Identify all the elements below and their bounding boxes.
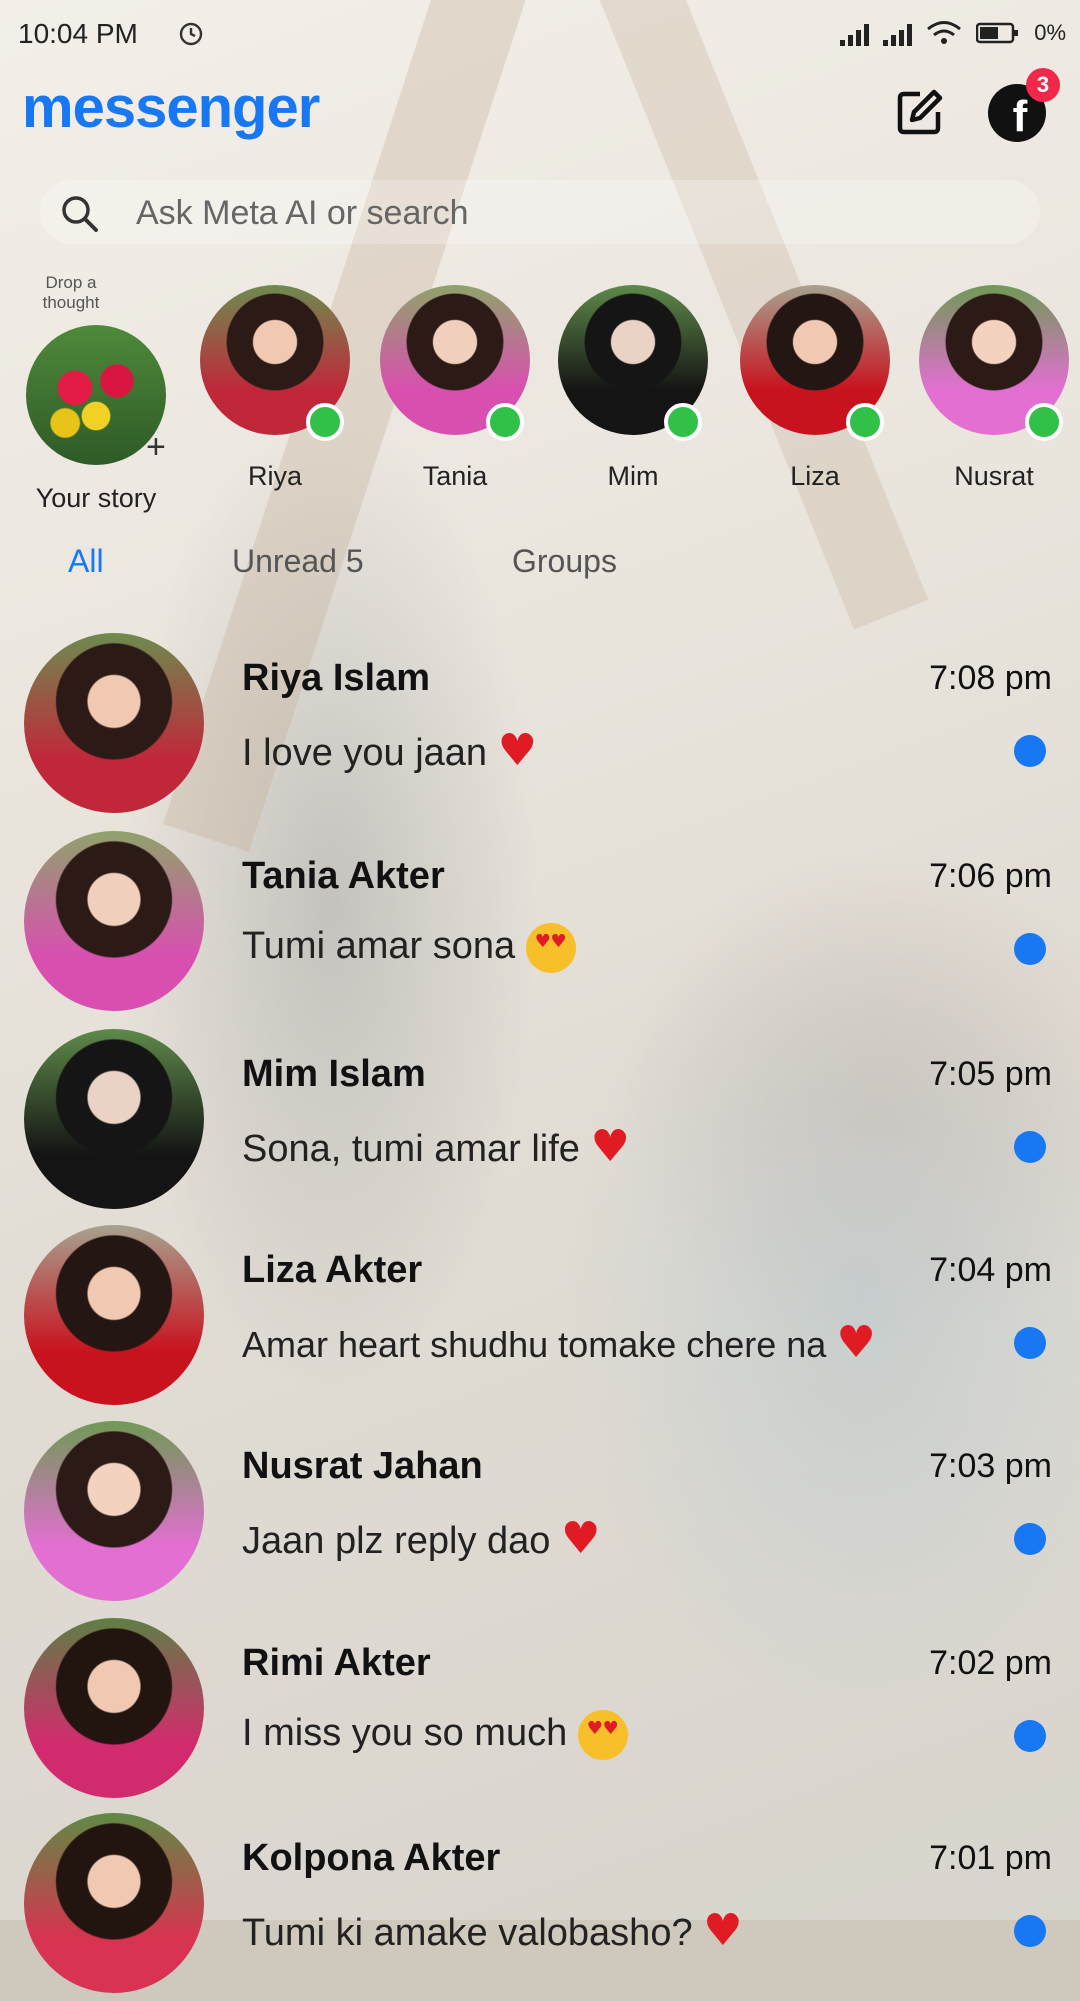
filter-unread[interactable]: Unread 5 — [232, 543, 364, 580]
contact-name: Nusrat Jahan — [242, 1445, 483, 1487]
online-indicator — [1025, 403, 1063, 441]
your-story-label: Your story — [35, 483, 157, 513]
contact-name: Riya Islam — [242, 657, 430, 699]
contact-avatar — [24, 1225, 204, 1405]
signal-icon-2 — [883, 20, 913, 46]
battery-percent: 0% — [1034, 20, 1066, 45]
contact-avatar — [24, 1421, 204, 1601]
story-nusrat[interactable]: Nusrat — [914, 285, 1074, 492]
stories-row: Your story Drop a thought + Riya Tania M… — [0, 273, 1080, 515]
alarm-icon — [179, 22, 203, 46]
last-message: Sona, tumi amar life ♥ — [242, 1121, 630, 1172]
story-name: Tania — [422, 461, 488, 491]
story-tania[interactable]: Tania — [375, 285, 535, 492]
contact-name: Tania Akter — [242, 855, 445, 897]
your-story[interactable]: Your story — [16, 285, 176, 514]
chat-filters: All Unread 5 Groups — [0, 535, 1080, 595]
message-time: 7:06 pm — [929, 857, 1052, 895]
status-bar: 10:04 PM 0% — [0, 0, 1080, 70]
add-story-icon[interactable]: + — [146, 428, 166, 467]
contact-avatar — [24, 633, 204, 813]
story-name: Mim — [607, 461, 659, 491]
heart-icon: ♥ — [497, 725, 538, 776]
battery-icon — [976, 22, 1019, 44]
story-mim[interactable]: Mim — [553, 285, 713, 492]
chat-row[interactable]: Liza Akter Amar heart shudhu tomake cher… — [0, 1217, 1080, 1413]
unread-dot — [1014, 1327, 1046, 1359]
filter-groups[interactable]: Groups — [512, 543, 617, 580]
story-name: Riya — [247, 461, 302, 491]
chat-row[interactable]: Mim Islam Sona, tumi amar life ♥ 7:05 pm — [0, 1021, 1080, 1217]
chat-row[interactable]: Riya Islam I love you jaan ♥ 7:08 pm — [0, 625, 1080, 821]
contact-avatar — [24, 831, 204, 1011]
story-riya[interactable]: Riya — [195, 285, 355, 492]
chat-row[interactable]: Nusrat Jahan Jaan plz reply dao ♥ 7:03 p… — [0, 1413, 1080, 1609]
unread-dot — [1014, 1720, 1046, 1752]
heart-icon: ♥ — [590, 1121, 630, 1172]
online-indicator — [664, 403, 702, 441]
app-header: messenger f 3 — [0, 68, 1080, 180]
heart-eyes-icon — [525, 923, 576, 973]
notification-badge: 3 — [1026, 68, 1060, 102]
contact-name: Rimi Akter — [242, 1642, 431, 1684]
search-icon — [62, 196, 98, 232]
your-story-avatar — [26, 325, 166, 465]
chat-row[interactable]: Kolpona Akter Tumi ki amake valobasho? ♥… — [0, 1805, 1080, 2001]
online-indicator — [306, 403, 344, 441]
contact-name: Liza Akter — [242, 1249, 423, 1291]
online-indicator — [846, 403, 884, 441]
story-name: Nusrat — [954, 461, 1034, 491]
signal-icon — [840, 20, 870, 46]
contact-name: Kolpona Akter — [242, 1837, 501, 1879]
contact-name: Mim Islam — [242, 1053, 426, 1095]
unread-dot — [1014, 735, 1046, 767]
last-message: I love you jaan ♥ — [242, 725, 538, 776]
search-bar[interactable] — [40, 180, 1040, 246]
story-name: Liza — [790, 461, 840, 491]
search-input[interactable] — [134, 180, 998, 246]
filter-all[interactable]: All — [68, 543, 104, 580]
status-time: 10:04 PM — [18, 18, 138, 49]
message-time: 7:02 pm — [929, 1644, 1052, 1682]
last-message: Amar heart shudhu tomake chere na ♥ — [242, 1317, 876, 1368]
drop-thought-label[interactable]: Drop a thought — [26, 273, 116, 313]
heart-icon: ♥ — [560, 1513, 601, 1564]
unread-dot — [1014, 933, 1046, 965]
wifi-icon — [927, 21, 962, 44]
messenger-logo: messenger — [22, 75, 320, 140]
contact-avatar — [24, 1029, 204, 1209]
compose-icon[interactable] — [890, 84, 948, 142]
status-indicators: 0% — [840, 20, 1066, 46]
last-message: Jaan plz reply dao ♥ — [242, 1513, 601, 1564]
last-message: Tumi amar sona — [242, 923, 576, 973]
message-time: 7:01 pm — [929, 1839, 1052, 1877]
chat-row[interactable]: Tania Akter Tumi amar sona 7:06 pm — [0, 823, 1080, 1019]
online-indicator — [486, 403, 524, 441]
contact-avatar — [24, 1813, 204, 1993]
heart-icon: ♥ — [703, 1905, 743, 1956]
story-liza[interactable]: Liza — [735, 285, 895, 492]
chat-row[interactable]: Rimi Akter I miss you so much 7:02 pm — [0, 1610, 1080, 1806]
message-time: 7:05 pm — [929, 1055, 1052, 1093]
facebook-f-glyph: f — [1012, 92, 1028, 141]
message-time: 7:04 pm — [929, 1251, 1052, 1289]
contact-avatar — [24, 1618, 204, 1798]
unread-dot — [1014, 1131, 1046, 1163]
last-message: I miss you so much — [242, 1710, 628, 1760]
last-message: Tumi ki amake valobasho? ♥ — [242, 1905, 743, 1956]
heart-icon: ♥ — [836, 1317, 876, 1368]
heart-eyes-icon — [577, 1710, 628, 1760]
message-time: 7:08 pm — [929, 659, 1052, 697]
unread-dot — [1014, 1523, 1046, 1555]
message-time: 7:03 pm — [929, 1447, 1052, 1485]
